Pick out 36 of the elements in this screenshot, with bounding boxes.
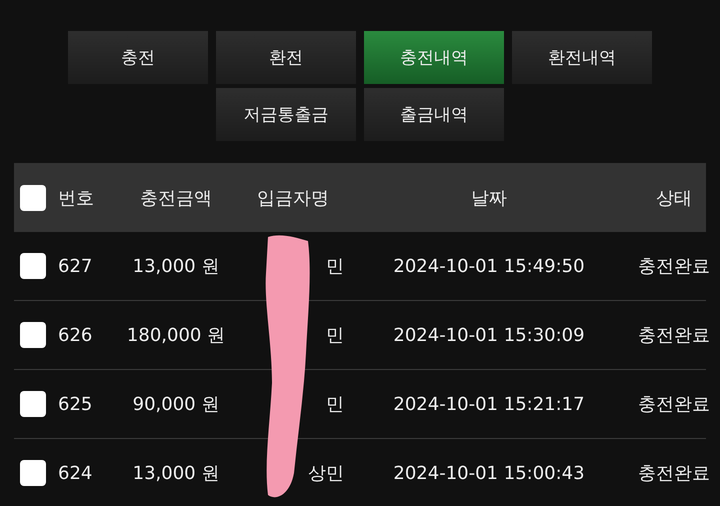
column-header: 번호 <box>58 186 95 210</box>
table-cell-text: 180,000 원 <box>126 324 226 347</box>
tab[interactable]: 환전내역 <box>512 31 652 84</box>
checkbox[interactable] <box>20 184 46 210</box>
table-cell-text: 624 <box>58 462 94 484</box>
table-cell-text: 민 <box>325 393 345 416</box>
table-cell-text: 민 <box>325 255 345 278</box>
checkbox[interactable] <box>20 460 46 486</box>
table-cell-text: 충전완료 <box>637 255 711 278</box>
tab[interactable]: 출금내역 <box>364 88 504 141</box>
table-cell-text: 민 <box>325 324 345 347</box>
table-cell-text: 13,000 원 <box>132 255 220 278</box>
table-cell-text: 2024-10-01 15:21:17 <box>392 394 586 414</box>
column-header: 입금자명 <box>256 186 330 210</box>
table-cell-text: 625 <box>58 394 94 414</box>
table-cell-text: 627 <box>58 256 94 276</box>
tab[interactable]: 저금통출금 <box>216 88 356 141</box>
table-cell-text: 충전완료 <box>637 393 711 416</box>
table-cell-text: 충전완료 <box>637 462 711 485</box>
table-cell-text: 충전완료 <box>637 324 711 347</box>
table-cell-text: 2024-10-01 15:49:50 <box>392 256 586 276</box>
checkbox[interactable] <box>20 391 46 417</box>
column-header: 충전금액 <box>139 186 213 210</box>
tab[interactable]: 충전 <box>68 31 208 84</box>
table-cell-text: 626 <box>58 324 94 346</box>
tab[interactable]: 환전 <box>216 31 356 84</box>
table-cell-text: 2024-10-01 15:30:09 <box>392 324 586 346</box>
column-header: 날짜 <box>470 186 508 210</box>
checkbox[interactable] <box>20 253 46 279</box>
table-cell-text: 13,000 원 <box>132 462 220 485</box>
tab[interactable]: 충전내역 <box>364 31 504 84</box>
checkbox[interactable] <box>20 322 46 348</box>
table-cell-text: 90,000 원 <box>132 393 220 416</box>
table-cell-text: 상민 <box>307 462 345 485</box>
table-cell-text: 2024-10-01 15:00:43 <box>392 462 586 484</box>
column-header: 상태 <box>655 186 693 210</box>
